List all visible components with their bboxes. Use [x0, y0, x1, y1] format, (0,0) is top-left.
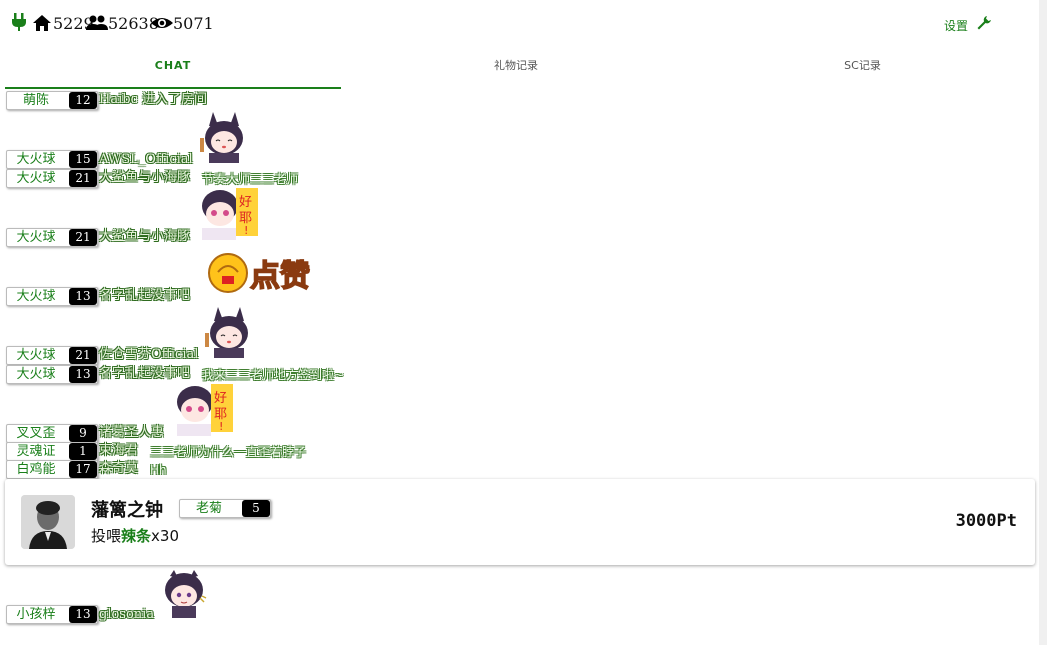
tab-sc-records[interactable]: SC记录 [690, 58, 1035, 88]
haoye-emote: 好 耶 ! [177, 384, 233, 436]
settings-button[interactable]: 设置 [944, 17, 968, 34]
svg-text:!: ! [244, 224, 248, 237]
chat-username: 名字乱起没事吧 [99, 366, 191, 381]
chat-message: Hh [150, 463, 167, 477]
chat-message: 节奏大师三三老师 [202, 172, 299, 186]
chat-username: 佐仓雪芬Official [99, 347, 199, 362]
medal-level: 9 [69, 425, 97, 442]
medal-name: 灵魂证 [16, 444, 56, 459]
fan-medal: 大火球 21 [6, 346, 98, 365]
medal-name: 萌陈 [22, 93, 49, 108]
chat-username: 诸葛圣人惠 [99, 425, 165, 440]
avatar [21, 495, 75, 549]
medal-name: 老菊 [195, 501, 222, 516]
medal-name: 大火球 [16, 230, 56, 245]
medal-level: 21 [69, 229, 97, 246]
medal-level: 13 [69, 366, 97, 383]
svg-text:好: 好 [239, 195, 252, 210]
fan-medal: 大火球 15 [6, 150, 98, 169]
tab-chat[interactable]: CHAT [5, 58, 341, 88]
medal-level: 17 [69, 461, 97, 478]
fan-medal: 大火球 21 [6, 169, 98, 188]
medal-name: 白鸡能 [16, 462, 56, 477]
medal-level: 21 [69, 170, 97, 187]
chat-message: 三三老师为什么一直歪着脖子 [150, 445, 307, 459]
medal-name: 叉叉歪 [16, 426, 56, 441]
home-icon [33, 15, 51, 31]
gift-item-name: 辣条 [121, 527, 152, 545]
chat-username: 名字乱起没事吧 [99, 288, 191, 303]
gift-description: 投喂辣条x30 [91, 525, 179, 546]
gift-price: 3000Pt [955, 511, 1017, 531]
fan-medal: 小孩梓 13 [6, 605, 98, 624]
chat-username: 森奇莫 [99, 461, 139, 476]
chat-message: 我来三三老师地方签到啦~ [202, 368, 345, 382]
fan-medal: 叉叉歪 9 [6, 424, 98, 443]
medal-level: 5 [242, 500, 270, 517]
chat-username: 大鲨鱼与小海豚 [99, 170, 191, 185]
fan-medal: 灵魂证 1 [6, 442, 98, 461]
medal-name: 大火球 [16, 152, 56, 167]
medal-level: 13 [69, 606, 97, 623]
eye-icon [151, 18, 173, 28]
fan-medal: 萌陈 12 [6, 91, 98, 110]
svg-text:!: ! [219, 420, 223, 433]
gift-action-verb: 投喂 [91, 527, 122, 545]
medal-level: 21 [69, 347, 97, 364]
medal-name: 小孩梓 [16, 607, 56, 622]
chat-username: glosonia [99, 607, 155, 622]
fan-medal: 大火球 13 [6, 287, 98, 306]
fan-medal: 老菊 5 [179, 499, 271, 518]
fan-medal: 大火球 13 [6, 365, 98, 384]
wrench-icon[interactable] [976, 15, 992, 31]
chat-username: AWSL_Official [99, 152, 193, 167]
people-icon [86, 15, 108, 30]
chat-username: Haibc 进入了房间 [99, 92, 207, 107]
tab-gift-records[interactable]: 礼物记录 [345, 58, 687, 88]
medal-level: 13 [69, 288, 97, 305]
medal-name: 大火球 [16, 348, 56, 363]
medal-level: 15 [69, 151, 97, 168]
plug-icon [12, 13, 26, 31]
chat-username: 束海君 [99, 443, 139, 458]
active-tab-indicator [5, 87, 341, 89]
medal-name: 大火球 [16, 289, 56, 304]
viewers-count: 5071 [173, 14, 214, 33]
medal-level: 12 [69, 92, 97, 109]
gift-card: 藩篱之钟 老菊 5 投喂辣条x30 3000Pt [5, 479, 1035, 565]
fan-medal: 白鸡能 17 [6, 460, 98, 479]
medal-name: 大火球 [16, 367, 56, 382]
chat-username: 大鲨鱼与小海豚 [99, 229, 191, 244]
svg-text:好: 好 [214, 391, 227, 406]
gift-sender-name: 藩篱之钟 [91, 500, 163, 521]
svg-text:点赞: 点赞 [250, 259, 310, 294]
gift-count: x30 [151, 527, 179, 545]
bunny-girl-emote [200, 112, 243, 163]
fan-medal: 大火球 21 [6, 228, 98, 247]
scrollbar[interactable] [1039, 0, 1047, 645]
bunny-girl-emote [205, 307, 248, 358]
medal-level: 1 [69, 443, 97, 460]
haoye-emote: 好 耶 ! [202, 188, 258, 240]
dianzan-emote: 点赞 [208, 253, 311, 295]
medal-name: 大火球 [16, 171, 56, 186]
chibi-girl-emote [165, 570, 207, 618]
